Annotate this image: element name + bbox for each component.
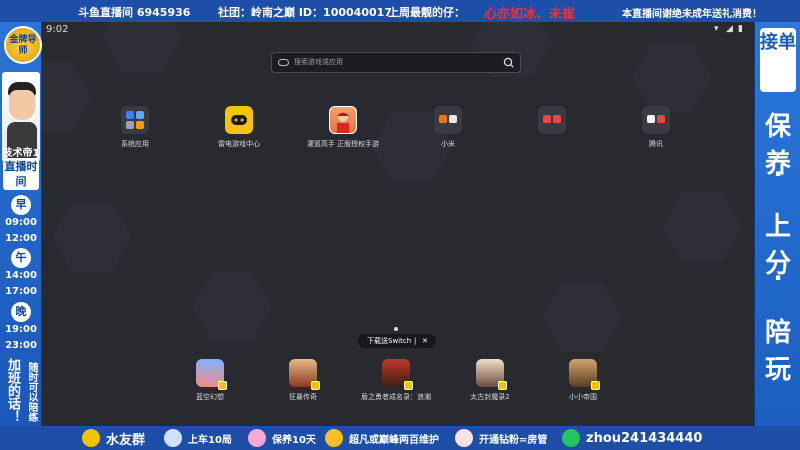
- close-icon[interactable]: ✕: [422, 334, 428, 348]
- app-label: 雷电游戏中心: [218, 140, 260, 148]
- app-label: 狂暴传奇: [289, 393, 317, 401]
- app-label: 系统应用: [121, 140, 149, 148]
- folder-icon: [434, 106, 462, 134]
- sparring-note: 随时可以陪练: [26, 362, 37, 422]
- app-label: 腾讯: [649, 140, 663, 148]
- emulator-home-screen: 9:02 ▾ ◢ ▮ 搜索游戏或应用 系统应用 雷电游戏中心 灌篮高手 正版授权…: [42, 22, 754, 426]
- bottom-item: 上车10局: [164, 426, 232, 450]
- app-slam-dunk[interactable]: 灌篮高手 正版授权手游: [303, 106, 383, 149]
- room-number: 斗鱼直播间 6945936: [78, 6, 191, 19]
- app-dock-game[interactable]: 盾之勇者成名录：浪潮: [356, 359, 436, 402]
- best-names: 心亦如冰、未崔: [484, 7, 576, 22]
- app-dock-game[interactable]: 蓝空幻想: [170, 359, 250, 402]
- app-tencent-folder[interactable]: 腾讯: [616, 106, 696, 149]
- download-banner[interactable]: 下载送Switch | ✕: [358, 334, 436, 348]
- rocket-icon: [164, 429, 182, 447]
- signal-icon: ◢: [726, 24, 733, 34]
- slamdunk-icon: [329, 106, 357, 134]
- app-label: 灌篮高手 正版授权手游: [306, 140, 380, 148]
- left-panel: 金牌导师 技术帝1 直播时间 早 09:00 12:00 午 14:00 17:…: [0, 22, 42, 426]
- service-word: 陪玩: [764, 318, 791, 385]
- morning-mark: 早: [11, 195, 31, 215]
- search-placeholder: 搜索游戏或应用: [294, 58, 343, 66]
- app-label: 小米: [441, 140, 455, 148]
- app-label: 盾之勇者成名录：浪潮: [361, 393, 431, 401]
- game-icon: [196, 359, 227, 390]
- flower-icon: [248, 429, 266, 447]
- gift-icon: [455, 429, 473, 447]
- gamepad-icon: [225, 106, 253, 134]
- bottom-item: zhou241434440: [562, 426, 702, 450]
- app-dock-game[interactable]: 狂暴传奇: [263, 359, 343, 402]
- divider: |: [414, 337, 417, 345]
- battery-icon: ▮: [738, 24, 743, 34]
- bottom-bar: 水友群 上车10局 保养10天 超凡或巅峰两百维护 开通钻粉=房管 zhou24…: [0, 426, 800, 450]
- game-icon: [382, 359, 413, 390]
- coin-icon: [82, 429, 100, 447]
- overtime-note: 加班的话！: [5, 358, 20, 423]
- schedule-time: 09:00: [5, 217, 37, 228]
- bottom-item: 开通钻粉=房管: [455, 426, 547, 450]
- folder-icon: [642, 106, 670, 134]
- download-banner-text: 下载送Switch: [367, 337, 412, 345]
- app-label: 太古封魔录2: [470, 393, 510, 401]
- wechat-icon: [562, 429, 580, 447]
- evening-mark: 晚: [11, 302, 31, 322]
- app-dock-game[interactable]: 小小帝国: [543, 359, 623, 402]
- star-icon: [325, 429, 343, 447]
- order-tag: 接单: [760, 28, 796, 92]
- gamepad-icon: [278, 59, 289, 66]
- app-label: 蓝空幻想: [196, 393, 224, 401]
- game-icon: [289, 359, 320, 390]
- schedule-title: 直播时间: [3, 158, 39, 190]
- schedule-time: 17:00: [5, 286, 37, 297]
- schedule-time: 19:00: [5, 324, 37, 335]
- streamer-name: 技术帝1: [2, 148, 40, 159]
- bottom-item: 保养10天: [248, 426, 316, 450]
- folder-icon: [121, 106, 149, 134]
- top-banner: 斗鱼直播间 6945936 社团：岭南之巅 ID：100040017 上周最靓的…: [0, 0, 800, 22]
- schedule-time: 14:00: [5, 270, 37, 281]
- game-icon: [569, 359, 600, 390]
- app-label: 小小帝国: [569, 393, 597, 401]
- search-bar[interactable]: 搜索游戏或应用: [271, 52, 521, 73]
- right-panel: 接单 保养 · 上分 · 陪玩: [754, 22, 800, 426]
- game-icon: [476, 359, 507, 390]
- app-folder[interactable]: [512, 106, 592, 139]
- minor-notice: 本直播间谢绝未成年送礼消费！: [622, 9, 762, 20]
- schedule-time: 23:00: [5, 340, 37, 351]
- status-clock: 9:02: [46, 24, 69, 35]
- page-indicator: [394, 327, 398, 331]
- separator-dot: ·: [773, 264, 783, 292]
- gold-mentor-badge: 金牌导师: [4, 26, 42, 64]
- bottom-item: 水友群: [82, 426, 145, 450]
- bottom-item: 超凡或巅峰两百维护: [325, 426, 439, 450]
- schedule-time: 12:00: [5, 233, 37, 244]
- search-icon[interactable]: [503, 57, 514, 68]
- separator-dot: ·: [773, 160, 783, 188]
- app-game-center[interactable]: 雷电游戏中心: [199, 106, 279, 149]
- noon-mark: 午: [11, 248, 31, 268]
- folder-icon: [538, 106, 566, 134]
- app-xiaomi-folder[interactable]: 小米: [408, 106, 488, 149]
- best-label: 上周最靓的仔：: [388, 6, 465, 19]
- club-info: 社团：岭南之巅 ID：100040017: [218, 6, 392, 19]
- app-dock-game[interactable]: 太古封魔录2: [450, 359, 530, 402]
- app-system-folder[interactable]: 系统应用: [95, 106, 175, 149]
- wifi-icon: ▾: [714, 24, 719, 34]
- stream-overlay: 斗鱼直播间 6945936 社团：岭南之巅 ID：100040017 上周最靓的…: [0, 0, 800, 450]
